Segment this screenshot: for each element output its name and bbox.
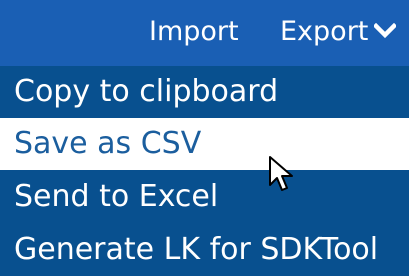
menu-item-copy-to-clipboard[interactable]: Copy to clipboard (0, 66, 409, 118)
import-button[interactable]: Import (149, 12, 239, 52)
menu-item-send-to-excel[interactable]: Send to Excel (0, 170, 409, 223)
toolbar: Import Export (0, 0, 409, 66)
export-dropdown-menu: Copy to clipboard Save as CSV Send to Ex… (0, 66, 409, 276)
export-menu-screen: Import Export Copy to clipboard Save as … (0, 0, 409, 276)
menu-item-generate-lk-for-sdktool[interactable]: Generate LK for SDKTool (0, 223, 409, 276)
export-label: Export (280, 16, 369, 47)
import-label: Import (149, 16, 239, 47)
menu-item-save-as-csv[interactable]: Save as CSV (0, 118, 409, 170)
export-button[interactable]: Export (280, 12, 397, 52)
chevron-down-icon (374, 22, 397, 38)
